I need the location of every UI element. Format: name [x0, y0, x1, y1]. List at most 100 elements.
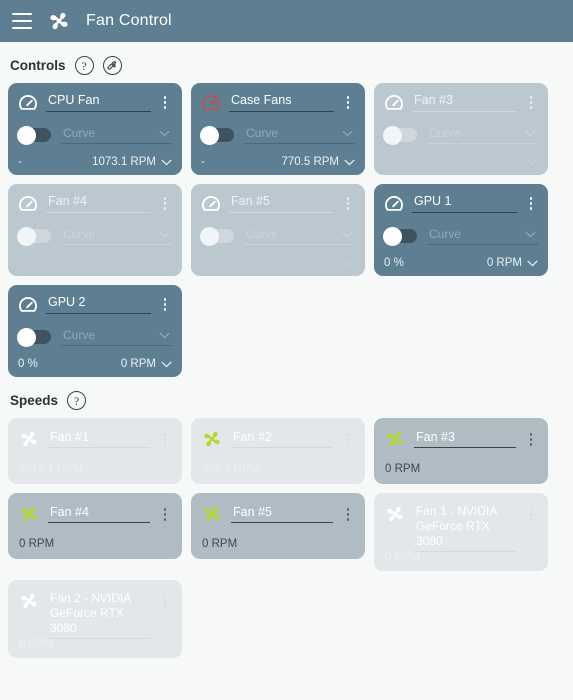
chevron-down-icon[interactable]: [525, 231, 536, 238]
speed-name-input[interactable]: Fan #3: [414, 429, 516, 448]
kebab-menu-icon[interactable]: [158, 504, 172, 521]
control-mode-select[interactable]: Curve: [61, 328, 172, 346]
control-card[interactable]: Case Fans Curve - 770.5 RPM: [191, 83, 365, 175]
chevron-down-icon[interactable]: [344, 159, 355, 166]
chevron-down-icon[interactable]: [159, 332, 170, 339]
speed-name-input[interactable]: Fan #4: [48, 504, 150, 523]
chevron-down-icon[interactable]: [344, 260, 355, 267]
control-mode-label: Curve: [63, 227, 96, 241]
kebab-menu-icon[interactable]: [341, 92, 355, 109]
control-card-header: GPU 1: [383, 193, 538, 216]
control-rpm-value: 770.5 RPM: [281, 156, 339, 168]
speed-name-input[interactable]: Fan 2 - NVIDIA GeForce RTX 3080: [48, 591, 150, 639]
control-enable-toggle[interactable]: [17, 327, 51, 347]
control-name-input[interactable]: Fan #3: [412, 92, 517, 112]
control-enable-toggle[interactable]: [383, 226, 417, 246]
gauge-icon: [385, 95, 403, 110]
control-mode-label: Curve: [429, 126, 462, 140]
control-mode-label: Curve: [63, 328, 96, 342]
speed-card[interactable]: Fan #2 770.5 RPM: [191, 418, 365, 484]
speed-card[interactable]: Fan #1 1073.1 RPM: [8, 418, 182, 484]
chevron-down-icon[interactable]: [161, 361, 172, 368]
speed-name-input[interactable]: Fan #1: [48, 429, 150, 448]
kebab-menu-icon[interactable]: [524, 193, 538, 210]
control-card[interactable]: Fan #4 Curve -: [8, 184, 182, 276]
control-name-input[interactable]: GPU 2: [46, 294, 151, 314]
control-card-readout: 0 % 0 RPM: [384, 257, 538, 269]
control-enable-toggle[interactable]: [200, 226, 234, 246]
speed-card[interactable]: Fan 1 - NVIDIA GeForce RTX 3080 0 RPM: [374, 493, 548, 571]
kebab-menu-icon[interactable]: [158, 92, 172, 109]
control-enable-toggle[interactable]: [17, 226, 51, 246]
hamburger-icon[interactable]: [12, 13, 32, 29]
speeds-help-button[interactable]: ?: [67, 391, 87, 410]
control-card[interactable]: Fan #5 Curve -: [191, 184, 365, 276]
control-card[interactable]: CPU Fan Curve - 1073.1 RPM: [8, 83, 182, 175]
control-mode-select[interactable]: Curve: [244, 227, 355, 245]
chevron-down-icon[interactable]: [159, 231, 170, 238]
speed-card[interactable]: Fan #3 0 RPM: [374, 418, 548, 484]
speed-card[interactable]: Fan #5 0 RPM: [191, 493, 365, 559]
speed-name-input[interactable]: Fan 1 - NVIDIA GeForce RTX 3080: [414, 504, 516, 552]
control-enable-toggle[interactable]: [383, 125, 417, 145]
speeds-title: Speeds: [10, 393, 59, 408]
kebab-menu-icon[interactable]: [524, 429, 538, 446]
kebab-menu-icon[interactable]: [341, 429, 355, 446]
speed-rpm-value: 0 RPM: [19, 538, 55, 550]
control-card-readout: - 1073.1 RPM: [18, 156, 172, 168]
control-card-mode-row: Curve: [17, 226, 172, 246]
control-rpm-wrap: [156, 260, 172, 267]
chevron-down-icon[interactable]: [342, 231, 353, 238]
speed-name-input[interactable]: Fan #2: [231, 429, 333, 448]
control-percent-value: -: [201, 156, 205, 168]
control-mode-select[interactable]: Curve: [61, 126, 172, 144]
control-name-input[interactable]: Fan #4: [46, 193, 151, 213]
chevron-down-icon[interactable]: [527, 159, 538, 166]
gauge-icon: [202, 196, 220, 211]
controls-settings-button[interactable]: [102, 56, 122, 75]
chevron-down-icon[interactable]: [525, 130, 536, 137]
control-card[interactable]: GPU 2 Curve 0 % 0 RPM: [8, 285, 182, 377]
kebab-menu-icon[interactable]: [524, 92, 538, 109]
kebab-menu-icon[interactable]: [158, 294, 172, 311]
speed-card[interactable]: Fan #4 0 RPM: [8, 493, 182, 559]
control-card-header: Fan #5: [200, 193, 355, 216]
kebab-menu-icon[interactable]: [524, 504, 538, 521]
control-mode-select[interactable]: Curve: [427, 126, 538, 144]
control-mode-select[interactable]: Curve: [244, 126, 355, 144]
chevron-down-icon[interactable]: [161, 260, 172, 267]
control-enable-toggle[interactable]: [200, 125, 234, 145]
controls-help-button[interactable]: ?: [74, 56, 94, 75]
kebab-menu-icon[interactable]: [341, 193, 355, 210]
control-rpm-value: 0 RPM: [120, 358, 156, 370]
control-mode-select[interactable]: Curve: [427, 227, 538, 245]
speed-card-header: Fan 1 - NVIDIA GeForce RTX 3080: [384, 504, 538, 552]
control-mode-select[interactable]: Curve: [61, 227, 172, 245]
control-rpm-wrap: [522, 159, 538, 166]
gauge-icon: [202, 95, 220, 110]
control-card[interactable]: GPU 1 Curve 0 % 0 RPM: [374, 184, 548, 276]
control-name-input[interactable]: CPU Fan: [46, 92, 151, 112]
speed-rpm-value: 0 RPM: [19, 638, 55, 650]
chevron-down-icon[interactable]: [527, 260, 538, 267]
speeds-section-header: Speeds ?: [0, 377, 573, 418]
speed-card[interactable]: Fan 2 - NVIDIA GeForce RTX 3080 0 RPM: [8, 580, 182, 658]
control-card-mode-row: Curve: [17, 125, 172, 145]
control-card[interactable]: Fan #3 Curve -: [374, 83, 548, 175]
chevron-down-icon[interactable]: [161, 159, 172, 166]
control-name-input[interactable]: GPU 1: [412, 193, 517, 213]
chevron-down-icon[interactable]: [159, 130, 170, 137]
kebab-menu-icon[interactable]: [158, 591, 172, 608]
chevron-down-icon[interactable]: [342, 130, 353, 137]
control-name-input[interactable]: Case Fans: [229, 92, 334, 112]
kebab-menu-icon[interactable]: [341, 504, 355, 521]
speed-name-input[interactable]: Fan #5: [231, 504, 333, 523]
fan-blade-icon: [387, 506, 403, 522]
control-enable-toggle[interactable]: [17, 125, 51, 145]
control-name-input[interactable]: Fan #5: [229, 193, 334, 213]
wrench-icon: [107, 60, 117, 70]
kebab-menu-icon[interactable]: [158, 429, 172, 446]
kebab-menu-icon[interactable]: [158, 193, 172, 210]
speeds-grid: Fan #1 1073.1 RPM Fan #2 770.5 RPM Fan #…: [0, 418, 573, 658]
control-card-mode-row: Curve: [383, 226, 538, 246]
